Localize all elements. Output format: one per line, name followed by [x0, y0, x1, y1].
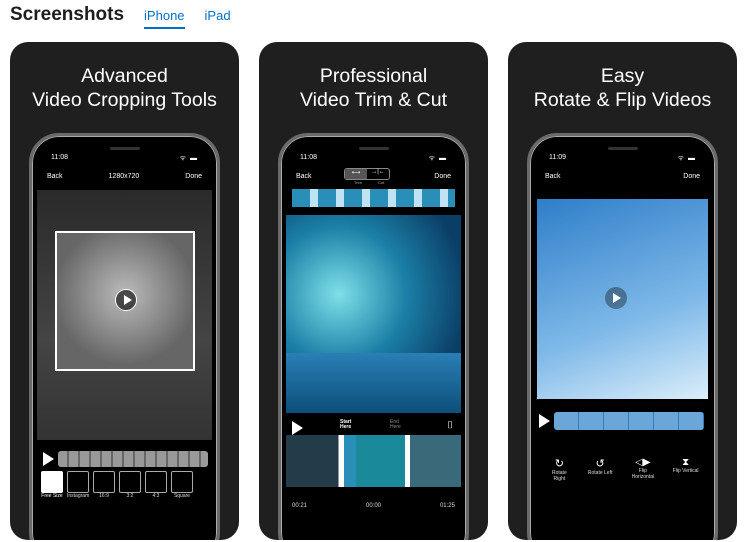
- screenshot-cropping[interactable]: Advanced Video Cropping Tools 11:08 ᯤ ▬ B…: [10, 42, 239, 540]
- video-preview: [537, 199, 708, 399]
- back-button[interactable]: Back: [545, 173, 561, 180]
- trim-icon[interactable]: ⟷: [345, 169, 367, 179]
- play-button[interactable]: [292, 421, 303, 435]
- flip-vertical-button[interactable]: ⧗ Flip Vertical: [673, 457, 699, 482]
- crop-3-2-icon[interactable]: [119, 471, 141, 493]
- play-button[interactable]: [43, 452, 54, 466]
- crop-square-icon[interactable]: [171, 471, 193, 493]
- phone-mockup: 11:08 ᯤ ▬ Back 1280x720 Done Free Size Ins…: [29, 133, 220, 540]
- crop-frame[interactable]: [55, 231, 195, 371]
- timeline-strip[interactable]: [58, 451, 208, 467]
- timeline-strip[interactable]: [554, 412, 704, 430]
- rotate-left-icon: ↺: [595, 458, 605, 470]
- crop-free-icon[interactable]: [41, 471, 63, 493]
- start-time: 00:21: [292, 503, 308, 509]
- video-preview: [286, 215, 461, 413]
- caption: Advanced Video Cropping Tools: [32, 65, 217, 111]
- current-time: 00:00: [365, 503, 381, 509]
- caption: Easy Rotate & Flip Videos: [533, 65, 712, 111]
- back-button[interactable]: Back: [296, 173, 312, 180]
- tab-iphone[interactable]: iPhone: [144, 8, 185, 29]
- done-button[interactable]: Done: [434, 173, 451, 180]
- end-here-label: End Here: [390, 419, 401, 430]
- play-icon[interactable]: [605, 287, 627, 309]
- status-time: 11:08: [51, 154, 68, 161]
- section-title: Screenshots: [10, 4, 125, 25]
- rotate-left-button[interactable]: ↺ Rotate Left: [587, 457, 613, 482]
- flip-horizontal-icon: ◁▶: [635, 457, 651, 468]
- flip-vertical-icon: ⧗: [682, 457, 690, 468]
- screenshot-trim[interactable]: Professional Video Trim & Cut 11:08 ᯤ ▬ B…: [259, 42, 488, 540]
- tab-ipad[interactable]: iPad: [205, 8, 231, 27]
- flip-horizontal-button[interactable]: ◁▶ Flip Horizontal: [628, 457, 658, 482]
- done-button[interactable]: Done: [185, 173, 202, 180]
- trim-cut-segment[interactable]: ⟷ →|←: [344, 168, 390, 180]
- filmstrip[interactable]: [292, 189, 455, 207]
- screenshots-header: Screenshots iPhone iPad: [10, 4, 231, 29]
- start-here-label: Start Here: [340, 419, 352, 430]
- crop-instagram-icon[interactable]: [67, 471, 89, 493]
- cut-icon[interactable]: →|←: [367, 169, 389, 179]
- rotate-right-button[interactable]: ↻ Rotate Right: [546, 457, 572, 482]
- crop-16-9-icon[interactable]: [93, 471, 115, 493]
- caption: Professional Video Trim & Cut: [299, 65, 448, 111]
- trim-range[interactable]: [286, 435, 461, 487]
- status-icons: ᯤ ▬: [179, 155, 198, 162]
- back-button[interactable]: Back: [47, 173, 63, 180]
- play-icon[interactable]: [115, 289, 137, 311]
- play-button[interactable]: [539, 414, 550, 428]
- camera-icon[interactable]: ⌷: [447, 420, 453, 431]
- phone-mockup: 11:09 ᯤ ▬ Back Done ↻ Rotate Right ↺ Rotate…: [527, 133, 718, 540]
- screenshot-rotate[interactable]: Easy Rotate & Flip Videos 11:09 ᯤ ▬ Back D…: [508, 42, 737, 540]
- phone-mockup: 11:08 ᯤ ▬ Back Done ⟷ →|← Trim Cut Start …: [278, 133, 469, 540]
- rotate-right-icon: ↻: [554, 458, 564, 470]
- end-time: 01:25: [439, 503, 455, 509]
- done-button[interactable]: Done: [683, 173, 700, 180]
- resolution-label: 1280x720: [108, 173, 140, 180]
- crop-4-3-icon[interactable]: [145, 471, 167, 493]
